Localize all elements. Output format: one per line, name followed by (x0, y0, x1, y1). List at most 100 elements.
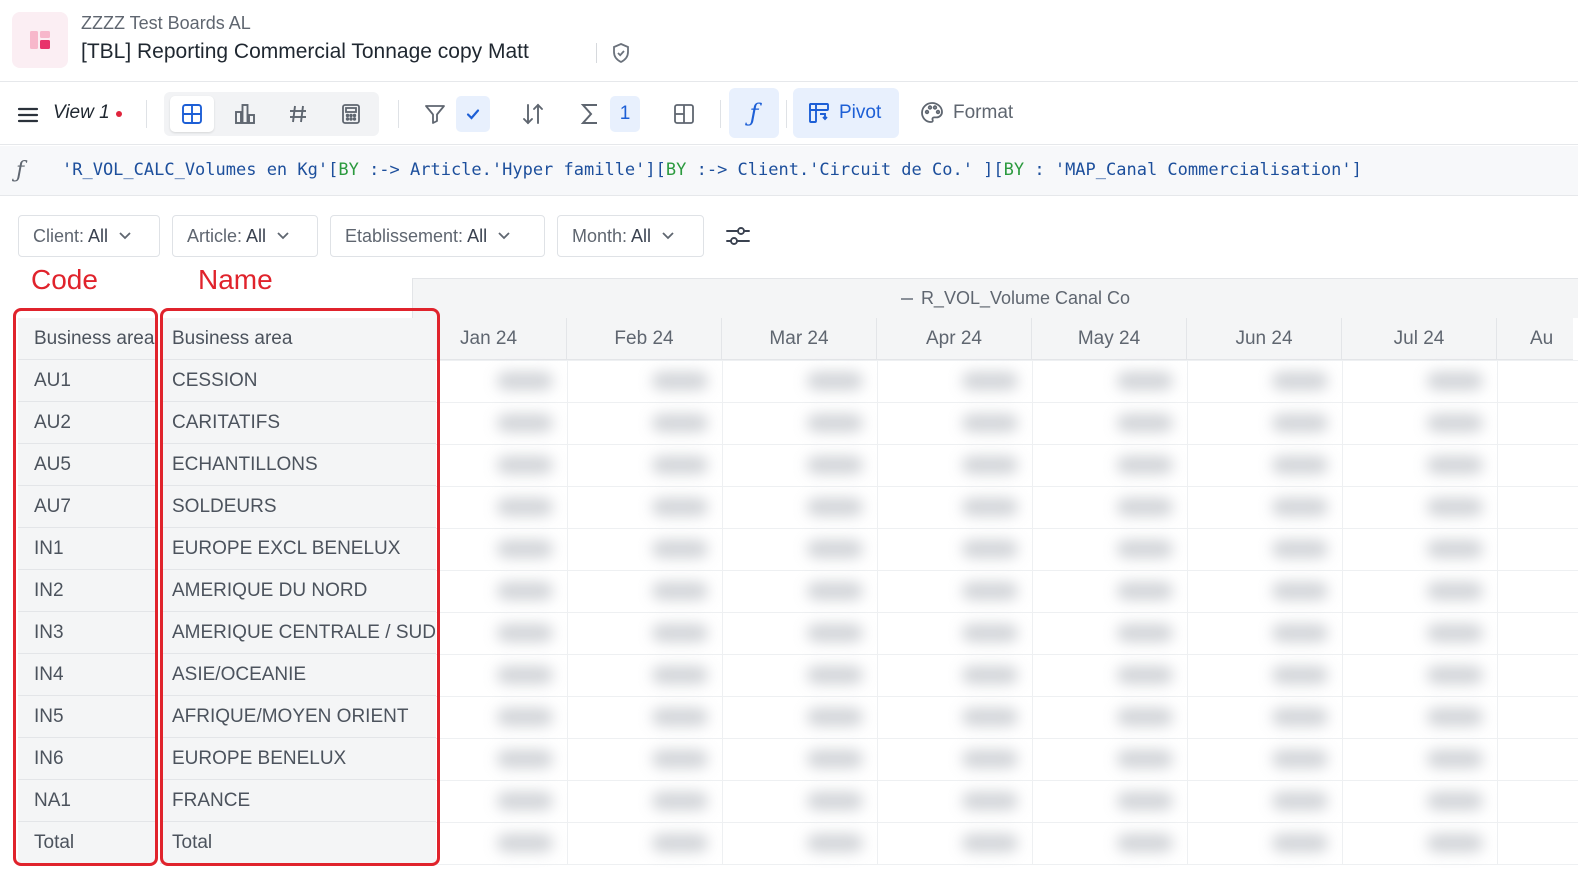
redacted-value-cell (807, 708, 863, 726)
filter-icon[interactable] (420, 100, 450, 128)
redacted-value-cell (807, 750, 863, 768)
month-header[interactable]: Au (1497, 318, 1573, 360)
table-view-button[interactable] (170, 96, 214, 132)
redacted-value-cell (1117, 498, 1173, 516)
month-header[interactable]: Feb 24 (567, 318, 722, 360)
row-code[interactable]: IN4 (18, 654, 156, 696)
row-name[interactable]: CARITATIFS (160, 402, 436, 444)
row-code[interactable]: AU2 (18, 402, 156, 444)
redacted-value-cell (1117, 582, 1173, 600)
redacted-value-cell (807, 456, 863, 474)
row-name[interactable]: AFRIQUE/MOYEN ORIENT (160, 696, 436, 738)
redacted-value-cell (652, 498, 708, 516)
redacted-value-cell (1272, 414, 1328, 432)
redacted-value-cell (1272, 666, 1328, 684)
row-name[interactable]: AMERIQUE CENTRALE / SUD (160, 612, 436, 654)
function-icon: ƒ (749, 99, 759, 127)
toolbar-divider (786, 100, 787, 128)
row-name[interactable]: EUROPE BENELUX (160, 738, 436, 780)
redacted-value-cell (1117, 750, 1173, 768)
filter-settings-icon[interactable] (724, 223, 752, 254)
sigma-icon[interactable] (576, 100, 604, 128)
row-code[interactable]: Total (18, 822, 156, 864)
redacted-value-cell (1427, 498, 1483, 516)
redacted-value-cell (1272, 372, 1328, 390)
row-code[interactable]: IN3 (18, 612, 156, 654)
row-name[interactable]: SOLDEURS (160, 486, 436, 528)
redacted-value-cell (497, 540, 553, 558)
article-filter[interactable]: Article: All (172, 215, 318, 257)
month-filter[interactable]: Month: All (557, 215, 704, 257)
calculator-view-button[interactable] (329, 96, 373, 132)
redacted-value-cell (1272, 834, 1328, 852)
redacted-value-cell (962, 792, 1018, 810)
month-header[interactable]: Jun 24 (1187, 318, 1342, 360)
month-header[interactable]: Mar 24 (722, 318, 877, 360)
redacted-value-cell (1427, 372, 1483, 390)
chart-view-button[interactable] (223, 96, 267, 132)
redacted-value-cell (1117, 624, 1173, 642)
month-header[interactable]: Jul 24 (1342, 318, 1497, 360)
layout-icon[interactable] (670, 100, 698, 128)
formula-bar[interactable]: ƒ 'R_VOL_CALC_Volumes en Kg'[BY :-> Arti… (0, 146, 1578, 196)
etablissement-filter[interactable]: Etablissement: All (330, 215, 545, 257)
row-code[interactable]: IN6 (18, 738, 156, 780)
workspace-name[interactable]: ZZZZ Test Boards AL (81, 13, 251, 34)
formula-toggle-button[interactable]: ƒ (729, 88, 779, 138)
redacted-value-cell (1427, 834, 1483, 852)
name-annotation: Name (198, 264, 273, 295)
redacted-value-cell (807, 792, 863, 810)
redacted-value-cell (497, 456, 553, 474)
row-code[interactable]: AU5 (18, 444, 156, 486)
month-header[interactable]: Apr 24 (877, 318, 1032, 360)
pivot-button[interactable]: Pivot (793, 88, 899, 138)
view-selector[interactable]: View 1 (53, 102, 110, 124)
row-name[interactable]: ASIE/OCEANIE (160, 654, 436, 696)
redacted-value-cell (962, 666, 1018, 684)
grid-line (1187, 360, 1188, 864)
redacted-value-cell (807, 540, 863, 558)
visualization-switcher (164, 92, 379, 136)
grid-line (436, 486, 1578, 487)
filter-active-check-icon[interactable] (456, 96, 490, 132)
chevron-down-icon (498, 232, 510, 240)
redacted-value-cell (1117, 540, 1173, 558)
name-column-header[interactable]: Business area (160, 318, 436, 360)
totals-count-badge[interactable]: 1 (610, 96, 640, 132)
row-name[interactable]: Total (160, 822, 436, 864)
client-filter[interactable]: Client: All (18, 215, 160, 257)
row-name[interactable]: EUROPE EXCL BENELUX (160, 528, 436, 570)
redacted-value-cell (497, 624, 553, 642)
kpi-view-button[interactable] (276, 96, 320, 132)
redacted-value-cell (1117, 792, 1173, 810)
row-code[interactable]: AU7 (18, 486, 156, 528)
redacted-value-cell (1427, 624, 1483, 642)
row-name[interactable]: CESSION (160, 360, 436, 402)
measure-group-header[interactable]: R_VOL_Volume Canal Co (412, 278, 1578, 318)
code-column-header[interactable]: Business area (18, 318, 156, 360)
redacted-value-cell (1272, 498, 1328, 516)
shield-check-icon[interactable] (609, 41, 633, 70)
redacted-value-cell (1272, 582, 1328, 600)
pivot-label: Pivot (839, 102, 882, 123)
redacted-value-cell (652, 456, 708, 474)
collapse-icon[interactable] (900, 297, 913, 300)
row-name[interactable]: AMERIQUE DU NORD (160, 570, 436, 612)
month-header[interactable]: May 24 (1032, 318, 1187, 360)
row-code[interactable]: IN2 (18, 570, 156, 612)
row-name[interactable]: ECHANTILLONS (160, 444, 436, 486)
sort-icon[interactable] (517, 100, 549, 128)
redacted-value-cell (807, 834, 863, 852)
formula-input[interactable]: 'R_VOL_CALC_Volumes en Kg'[BY :-> Articl… (62, 160, 1362, 180)
row-name[interactable]: FRANCE (160, 780, 436, 822)
format-button[interactable]: Format (917, 88, 1027, 138)
redacted-value-cell (962, 372, 1018, 390)
grid-line (436, 360, 1578, 361)
row-code[interactable]: IN5 (18, 696, 156, 738)
redacted-value-cell (962, 414, 1018, 432)
row-code[interactable]: IN1 (18, 528, 156, 570)
hamburger-menu-icon[interactable] (14, 101, 42, 129)
redacted-value-cell (1117, 666, 1173, 684)
row-code[interactable]: NA1 (18, 780, 156, 822)
row-code[interactable]: AU1 (18, 360, 156, 402)
